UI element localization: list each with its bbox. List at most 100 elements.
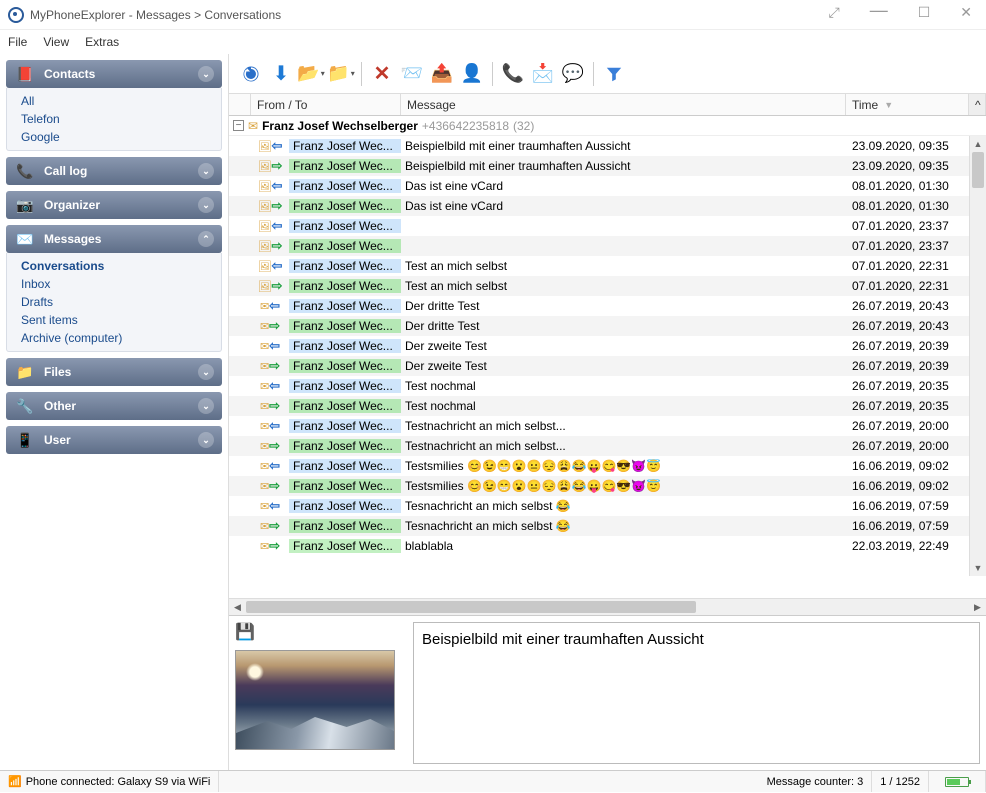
panel-organizer: Organizer ⌄ (6, 191, 222, 219)
row-time: 26.07.2019, 20:43 (846, 299, 969, 313)
message-row[interactable]: ✉⇦Franz Josef Wec...Der zweite Test26.07… (229, 336, 986, 356)
sidebar-item-google[interactable]: Google (7, 128, 221, 146)
sidebar-item-archive[interactable]: Archive (computer) (7, 329, 221, 347)
row-message: Der dritte Test (401, 319, 846, 333)
envelope-icon: ✉ (260, 440, 269, 453)
message-down-button[interactable]: 📨 (398, 60, 426, 88)
panel-other: Other ⌄ (6, 392, 222, 420)
attachment-thumbnail[interactable] (235, 650, 395, 750)
import-folder-button[interactable]: 📂 (297, 60, 325, 88)
call-button[interactable]: 📞 (499, 60, 527, 88)
menu-file[interactable]: File (8, 35, 27, 49)
scroll-thumb[interactable] (246, 601, 696, 613)
arrow-out-icon: ⇨ (269, 538, 280, 554)
row-message: Testsmilies 😊😉😁😮😐😔😩😂😛😋😎😈😇 (401, 459, 846, 473)
arrow-out-icon: ⇨ (269, 398, 280, 414)
scroll-down-icon[interactable]: ▼ (970, 560, 986, 576)
chat-button[interactable]: 💬 (559, 60, 587, 88)
menu-view[interactable]: View (43, 35, 69, 49)
message-row[interactable]: 🖼⇨Franz Josef Wec...Test an mich selbst0… (229, 276, 986, 296)
row-message: Beispielbild mit einer traumhaften Aussi… (401, 159, 846, 173)
panel-head-other[interactable]: Other ⌄ (6, 392, 222, 420)
row-time: 26.07.2019, 20:39 (846, 359, 969, 373)
row-time: 26.07.2019, 20:35 (846, 379, 969, 393)
message-preview-text[interactable]: Beispielbild mit einer traumhaften Aussi… (413, 622, 980, 764)
conversation-name: Franz Josef Wechselberger (262, 119, 418, 133)
message-row[interactable]: ✉⇨Franz Josef Wec...blablabla22.03.2019,… (229, 536, 986, 556)
envelope-icon: ✉ (248, 119, 258, 133)
download-button[interactable]: ⬇ (267, 60, 295, 88)
message-row[interactable]: 🖼⇨Franz Josef Wec...Das ist eine vCard08… (229, 196, 986, 216)
delete-button[interactable]: ✕ (368, 60, 396, 88)
sidebar-item-drafts[interactable]: Drafts (7, 293, 221, 311)
sidebar-item-sent[interactable]: Sent items (7, 311, 221, 329)
reply-button[interactable]: 📩 (529, 60, 557, 88)
message-row[interactable]: 🖼⇨Franz Josef Wec...Beispielbild mit ein… (229, 156, 986, 176)
export-folder-button[interactable]: 📁 (327, 60, 355, 88)
refresh-button[interactable] (237, 60, 265, 88)
message-row[interactable]: ✉⇨Franz Josef Wec...Tesnachricht an mich… (229, 516, 986, 536)
restore-down-icon[interactable]: ⤢ (823, 4, 846, 25)
panel-head-calllog[interactable]: Call log ⌄ (6, 157, 222, 185)
message-row[interactable]: ✉⇦Franz Josef Wec...Tesnachricht an mich… (229, 496, 986, 516)
message-row[interactable]: ✉⇨Franz Josef Wec...Der zweite Test26.07… (229, 356, 986, 376)
message-row[interactable]: ✉⇦Franz Josef Wec...Testnachricht an mic… (229, 416, 986, 436)
arrow-out-icon: ⇨ (269, 438, 280, 454)
vertical-scrollbar[interactable]: ▲ ▼ (969, 136, 986, 576)
message-row[interactable]: 🖼⇦Franz Josef Wec...Das ist eine vCard08… (229, 176, 986, 196)
scroll-right-icon[interactable]: ▶ (969, 602, 986, 613)
horizontal-scrollbar[interactable]: ◀ ▶ (229, 598, 986, 615)
panel-head-user[interactable]: User ⌄ (6, 426, 222, 454)
message-row[interactable]: ✉⇦Franz Josef Wec...Test nochmal26.07.20… (229, 376, 986, 396)
menu-extras[interactable]: Extras (85, 35, 119, 49)
message-up-button[interactable]: 📤 (428, 60, 456, 88)
row-from: Franz Josef Wec... (289, 419, 401, 433)
filter-button[interactable] (600, 60, 628, 88)
panel-head-contacts[interactable]: Contacts ⌄ (6, 60, 222, 88)
add-contact-button[interactable]: 👤 (458, 60, 486, 88)
message-row[interactable]: ✉⇦Franz Josef Wec...Testsmilies 😊😉😁😮😐😔😩😂… (229, 456, 986, 476)
arrow-in-icon: ⇦ (269, 458, 280, 474)
message-row[interactable]: 🖼⇦Franz Josef Wec...07.01.2020, 23:37 (229, 216, 986, 236)
panel-head-files[interactable]: Files ⌄ (6, 358, 222, 386)
menu-bar: File View Extras (0, 30, 986, 54)
message-row[interactable]: 🖼⇨Franz Josef Wec...07.01.2020, 23:37 (229, 236, 986, 256)
row-message: Das ist eine vCard (401, 179, 846, 193)
save-icon[interactable]: 💾 (235, 622, 405, 642)
panel-head-messages[interactable]: Messages ⌃ (6, 225, 222, 253)
sidebar-item-conversations[interactable]: Conversations (7, 257, 221, 275)
row-time: 26.07.2019, 20:00 (846, 419, 969, 433)
panel-calllog: Call log ⌄ (6, 157, 222, 185)
message-row[interactable]: ✉⇨Franz Josef Wec...Der dritte Test26.07… (229, 316, 986, 336)
scroll-thumb[interactable] (972, 152, 984, 188)
col-from[interactable]: From / To (251, 94, 401, 115)
title-bar: MyPhoneExplorer - Messages > Conversatio… (0, 0, 986, 30)
maximize-button[interactable]: ☐ (912, 4, 937, 25)
message-row[interactable]: 🖼⇦Franz Josef Wec...Beispielbild mit ein… (229, 136, 986, 156)
close-button[interactable]: ✕ (954, 4, 978, 25)
conversation-header[interactable]: − ✉ Franz Josef Wechselberger +436642235… (229, 116, 986, 136)
scroll-left-icon[interactable]: ◀ (229, 602, 246, 613)
row-message: Test an mich selbst (401, 279, 846, 293)
row-message: Tesnachricht an mich selbst 😂 (401, 499, 846, 513)
sidebar-item-telefon[interactable]: Telefon (7, 110, 221, 128)
row-time: 07.01.2020, 23:37 (846, 219, 969, 233)
panel-body-contacts: All Telefon Google (6, 88, 222, 151)
collapse-icon[interactable]: − (233, 120, 244, 131)
sidebar-item-all[interactable]: All (7, 92, 221, 110)
panel-head-organizer[interactable]: Organizer ⌄ (6, 191, 222, 219)
message-row[interactable]: ✉⇨Franz Josef Wec...Test nochmal26.07.20… (229, 396, 986, 416)
envelope-icon: ✉ (260, 500, 269, 513)
sidebar-item-inbox[interactable]: Inbox (7, 275, 221, 293)
col-time[interactable]: Time▼ (846, 94, 969, 115)
col-expand[interactable] (229, 94, 251, 115)
message-row[interactable]: ✉⇨Franz Josef Wec...Testnachricht an mic… (229, 436, 986, 456)
row-from: Franz Josef Wec... (289, 399, 401, 413)
envelope-icon: 🖼 (258, 260, 272, 273)
scroll-up-icon[interactable]: ▲ (970, 136, 986, 152)
minimize-button[interactable]: — (864, 0, 894, 21)
message-row[interactable]: 🖼⇦Franz Josef Wec...Test an mich selbst0… (229, 256, 986, 276)
col-message[interactable]: Message (401, 94, 846, 115)
message-row[interactable]: ✉⇨Franz Josef Wec...Testsmilies 😊😉😁😮😐😔😩😂… (229, 476, 986, 496)
message-row[interactable]: ✉⇦Franz Josef Wec...Der dritte Test26.07… (229, 296, 986, 316)
